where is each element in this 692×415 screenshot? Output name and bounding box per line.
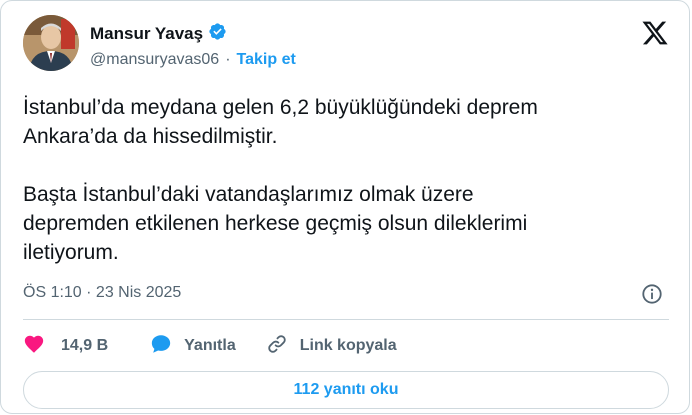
link-icon (266, 333, 300, 360)
tweet-text: İstanbul’da meydana gelen 6,2 büyüklüğün… (23, 96, 538, 264)
reply-button[interactable]: Yanıtla (150, 333, 236, 360)
like-count: 14,9 B (61, 337, 109, 354)
follow-button[interactable]: Takip et (237, 51, 296, 69)
separator: · (225, 51, 231, 68)
divider (23, 319, 669, 320)
info-icon[interactable] (641, 283, 663, 305)
copy-link-button[interactable]: Link kopyala (266, 333, 397, 360)
tweet-card: Mansur Yavaş @mansuryavas06 · Takip et İ… (0, 0, 690, 414)
read-replies-button[interactable]: 112 yanıtı oku (23, 371, 669, 409)
tweet-timestamp[interactable]: ÖS 1:10 · 23 Nis 2025 (23, 284, 181, 302)
handle-row: @mansuryavas06 · Takip et (90, 51, 296, 69)
like-button[interactable]: 14,9 B (23, 333, 108, 360)
copy-link-label: Link kopyala (299, 337, 397, 354)
heart-icon (23, 333, 61, 360)
speech-bubble-icon (150, 333, 184, 360)
display-name[interactable]: Mansur Yavaş (90, 24, 203, 44)
avatar[interactable] (23, 15, 79, 71)
verified-badge-icon (208, 22, 227, 46)
handle[interactable]: @mansuryavas06 (90, 51, 219, 69)
x-logo-icon[interactable] (641, 19, 669, 47)
reply-label: Yanıtla (184, 337, 236, 354)
action-bar: 14,9 B Yanıtla Link kopyala (23, 333, 397, 359)
tweet-header: Mansur Yavaş @mansuryavas06 · Takip et (23, 15, 673, 77)
name-row: Mansur Yavaş (90, 22, 227, 46)
